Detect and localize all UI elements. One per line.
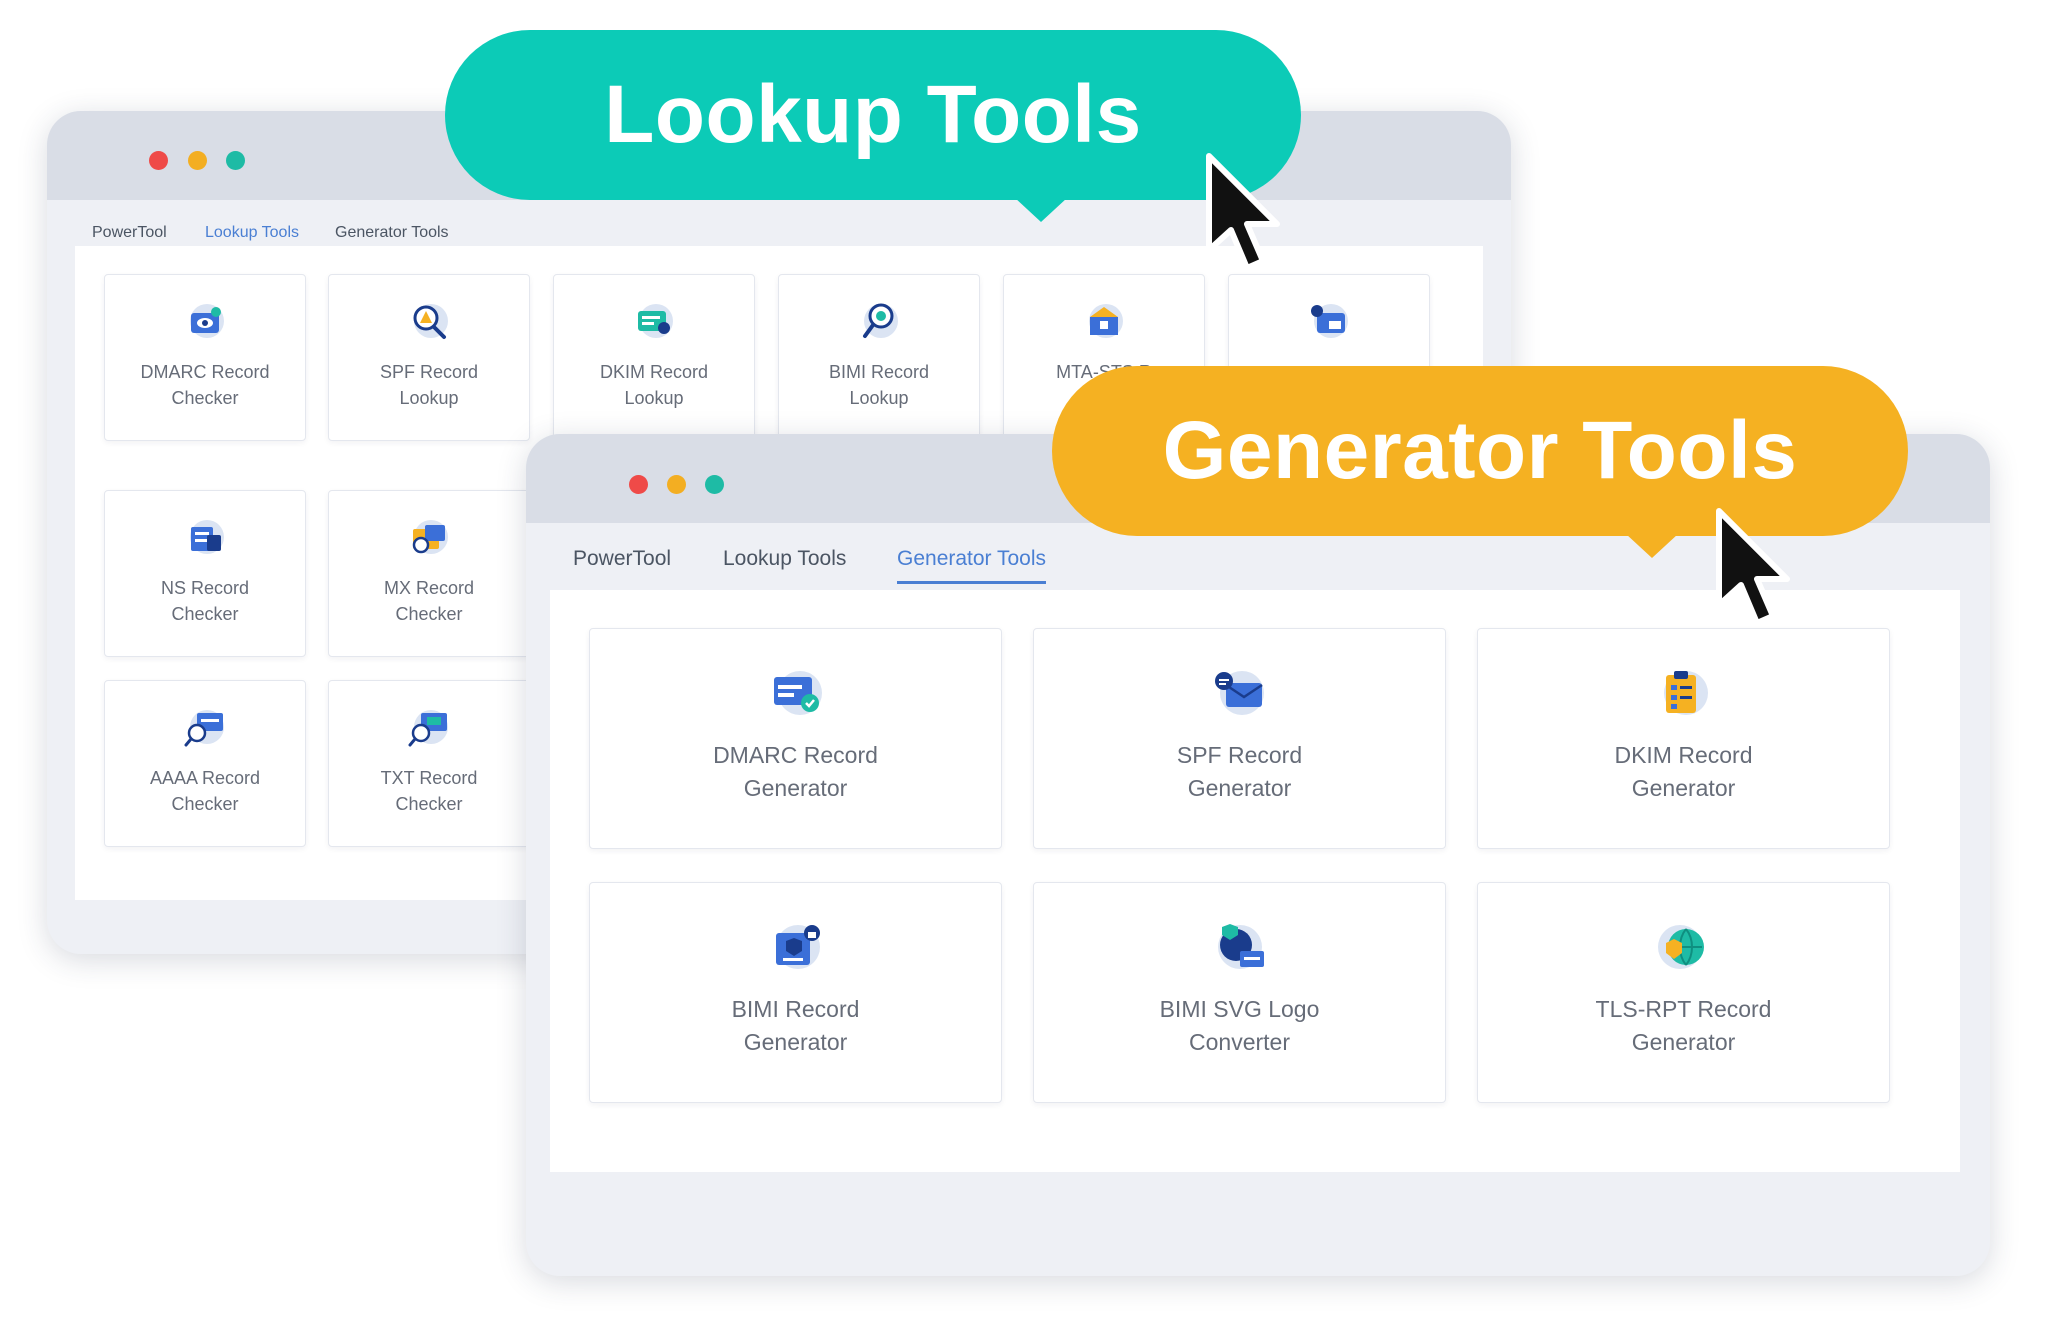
card-subtitle: Generator [743, 775, 848, 802]
lookup-tools-callout: Lookup Tools [445, 30, 1301, 200]
card-title: TXT Record [380, 768, 478, 788]
tool-card-ns-record[interactable]: NS Record Checker [104, 490, 306, 657]
tool-card-mx-record[interactable]: MX Record Checker [328, 490, 530, 657]
card-subtitle: Generator [1631, 1029, 1736, 1056]
mouse-pointer-icon [1716, 508, 1790, 626]
dmarc-generator-icon [768, 667, 824, 724]
card-subtitle: Generator [1187, 775, 1292, 802]
tool-card-aaaa-record[interactable]: AAAA Record Checker [104, 680, 306, 847]
tool-card-bimi-generator[interactable]: BIMI Record Generator [589, 882, 1002, 1103]
card-title: SPF Record [1176, 742, 1303, 768]
card-title: SPF Record [379, 362, 479, 382]
tab-powertool[interactable]: PowerTool [573, 547, 671, 571]
tool-card-bimi-svg-converter[interactable]: BIMI SVG Logo Converter [1033, 882, 1446, 1103]
bimi-lookup-icon [857, 301, 901, 346]
card-subtitle: Lookup [399, 388, 459, 409]
card-title: DMARC Record [140, 362, 270, 382]
bimi-record-icon [1307, 301, 1351, 346]
mouse-pointer-icon [1206, 153, 1280, 271]
close-dot[interactable] [629, 475, 648, 494]
card-title: MX Record [383, 578, 475, 598]
maximize-dot[interactable] [226, 151, 245, 170]
dmarc-checker-icon [183, 301, 227, 346]
card-title: BIMI Record [828, 362, 930, 382]
card-subtitle: Checker [395, 604, 463, 625]
mx-record-icon [407, 517, 451, 562]
card-subtitle: Converter [1189, 1029, 1290, 1056]
ns-record-icon [183, 517, 227, 562]
card-subtitle: Lookup [624, 388, 684, 409]
tool-card-spf-lookup[interactable]: SPF Record Lookup [328, 274, 530, 441]
mta-sts-icon [1082, 301, 1126, 346]
card-title: DKIM Record [599, 362, 709, 382]
callout-tail [1626, 534, 1678, 558]
card-title: AAAA Record [149, 768, 261, 788]
spf-generator-icon [1212, 667, 1268, 724]
spf-lookup-icon [407, 301, 451, 346]
tool-card-tls-rpt-generator[interactable]: TLS-RPT Record Generator [1477, 882, 1890, 1103]
maximize-dot[interactable] [705, 475, 724, 494]
card-subtitle: Checker [395, 794, 463, 815]
bimi-generator-icon [768, 921, 824, 978]
tab-generator-tools[interactable]: Generator Tools [335, 224, 449, 242]
card-subtitle: Lookup [849, 388, 909, 409]
dkim-generator-icon [1656, 667, 1712, 724]
tool-card-txt-record[interactable]: TXT Record Checker [328, 680, 530, 847]
callout-tail [1015, 198, 1067, 222]
card-title: DMARC Record [713, 742, 878, 768]
tab-powertool[interactable]: PowerTool [92, 224, 167, 242]
aaaa-record-icon [183, 707, 227, 752]
minimize-dot[interactable] [667, 475, 686, 494]
card-title: BIMI SVG Logo [1159, 996, 1320, 1022]
txt-record-icon [407, 707, 451, 752]
card-subtitle: Checker [171, 388, 239, 409]
callout-label: Lookup Tools [604, 69, 1142, 160]
bimi-svg-icon [1212, 921, 1268, 978]
tls-rpt-icon [1656, 921, 1712, 978]
card-title: BIMI Record [731, 996, 860, 1022]
tool-card-dmarc-checker[interactable]: DMARC Record Checker [104, 274, 306, 441]
card-subtitle: Checker [171, 794, 239, 815]
card-subtitle: Generator [743, 1029, 848, 1056]
tab-lookup-tools[interactable]: Lookup Tools [723, 547, 846, 571]
dkim-lookup-icon [632, 301, 676, 346]
tool-card-dkim-lookup[interactable]: DKIM Record Lookup [553, 274, 755, 441]
tool-card-spf-generator[interactable]: SPF Record Generator [1033, 628, 1446, 849]
callout-label: Generator Tools [1162, 405, 1798, 496]
card-subtitle: Checker [171, 604, 239, 625]
card-title: TLS-RPT Record [1595, 996, 1772, 1022]
close-dot[interactable] [149, 151, 168, 170]
minimize-dot[interactable] [188, 151, 207, 170]
tool-card-dmarc-generator[interactable]: DMARC Record Generator [589, 628, 1002, 849]
tab-generator-tools[interactable]: Generator Tools [897, 547, 1047, 584]
card-title: NS Record [160, 578, 250, 598]
card-subtitle: Generator [1631, 775, 1736, 802]
tool-card-bimi-lookup[interactable]: BIMI Record Lookup [778, 274, 980, 441]
card-title: DKIM Record [1614, 742, 1753, 768]
tool-card-dkim-generator[interactable]: DKIM Record Generator [1477, 628, 1890, 849]
